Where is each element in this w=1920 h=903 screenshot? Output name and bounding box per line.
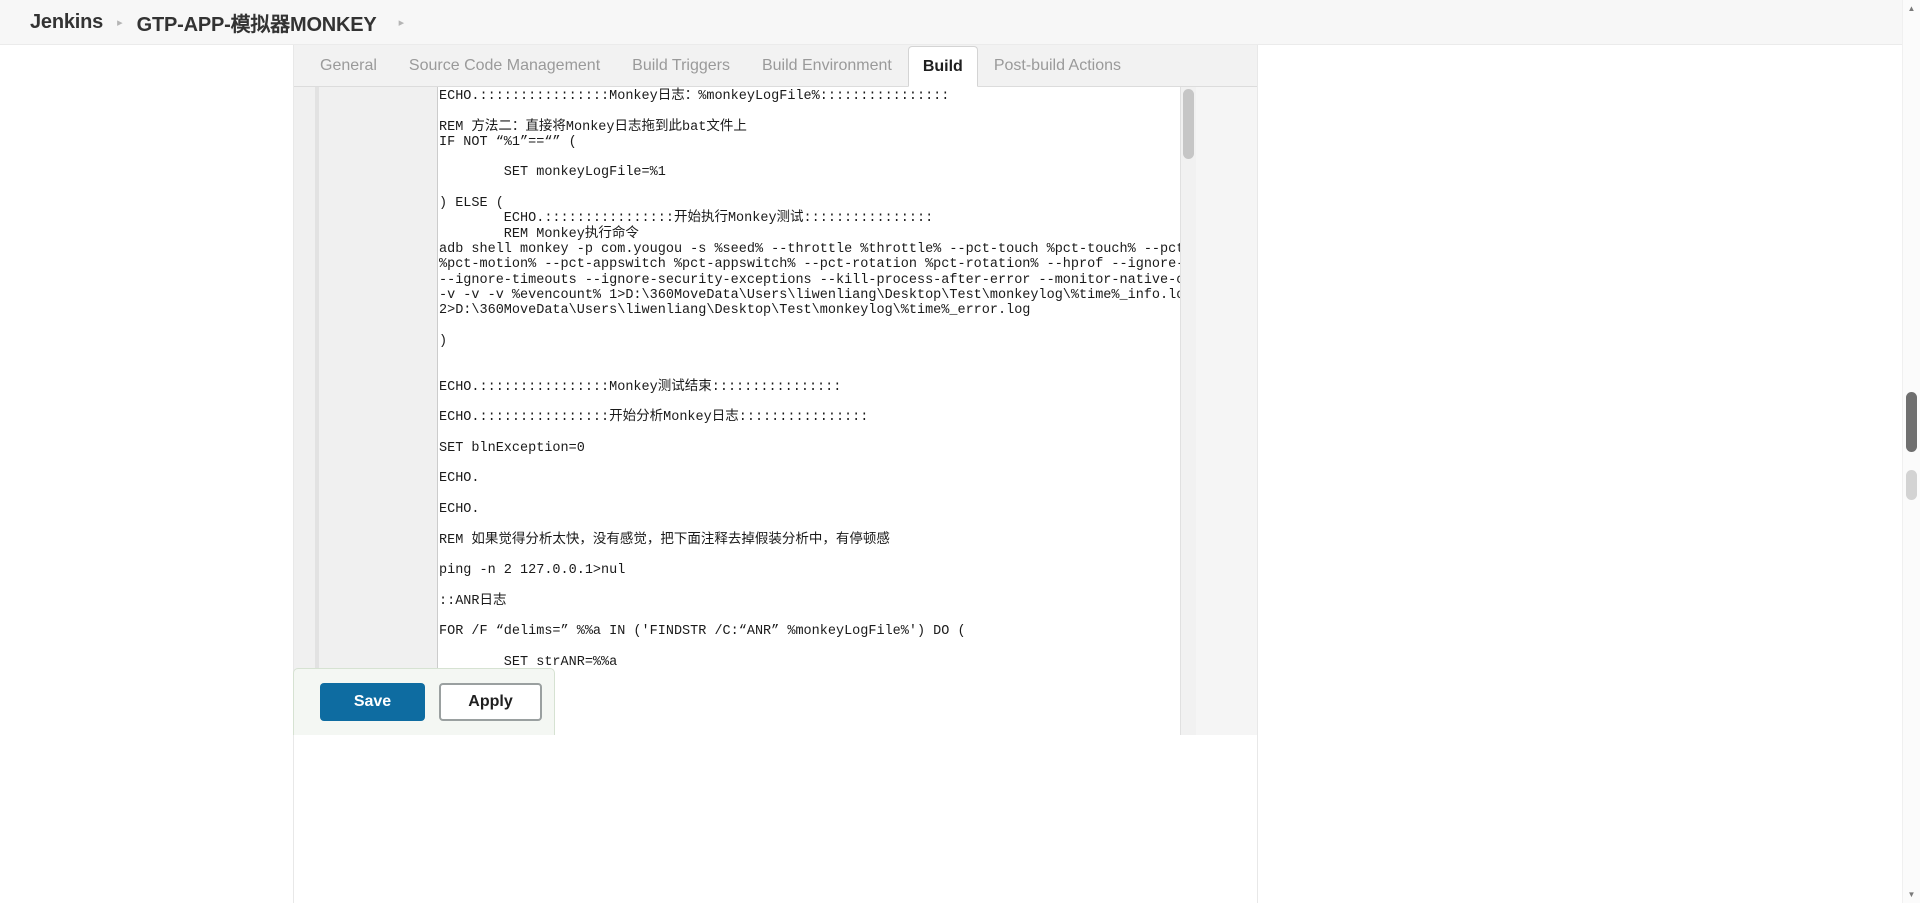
tab-post-build-actions[interactable]: Post-build Actions <box>978 46 1137 86</box>
save-button[interactable]: Save <box>320 683 425 721</box>
jenkins-job-configure-page: Jenkins ▸ GTP-APP-模拟器MONKEY ▸ General So… <box>0 0 1920 903</box>
breadcrumb-separator-trailing-icon: ▸ <box>399 16 405 29</box>
tab-build-triggers[interactable]: Build Triggers <box>616 46 746 86</box>
apply-button[interactable]: Apply <box>439 683 542 721</box>
configure-tab-bar: General Source Code Management Build Tri… <box>294 45 1257 87</box>
build-step-script-textarea[interactable]: ECHO.::::::::::::::::Monkey日志：%monkeyLog… <box>437 87 1189 735</box>
tab-source-code-management[interactable]: Source Code Management <box>393 46 616 86</box>
tab-build-environment[interactable]: Build Environment <box>746 46 908 86</box>
scroll-up-arrow-icon[interactable]: ▲ <box>1903 0 1920 17</box>
form-label-column <box>319 87 438 735</box>
tab-build[interactable]: Build <box>908 46 978 87</box>
window-scrollbar-thumb[interactable] <box>1906 392 1917 452</box>
form-right-filler <box>1196 87 1257 735</box>
breadcrumb-separator-icon: ▸ <box>117 16 123 29</box>
build-step-script-value[interactable]: ECHO.::::::::::::::::Monkey日志：%monkeyLog… <box>438 87 1189 670</box>
breadcrumb: Jenkins ▸ GTP-APP-模拟器MONKEY ▸ <box>0 0 1920 45</box>
scroll-down-arrow-icon[interactable]: ▼ <box>1903 886 1920 903</box>
breadcrumb-item-job[interactable]: GTP-APP-模拟器MONKEY <box>137 8 377 37</box>
sticky-save-bar: Save Apply <box>293 668 555 735</box>
tab-general[interactable]: General <box>304 46 393 86</box>
breadcrumb-item-jenkins[interactable]: Jenkins <box>30 11 103 34</box>
form-left-gutter <box>294 87 315 735</box>
script-textarea-scrollbar[interactable] <box>1180 87 1197 735</box>
window-scrollbar-thumb-secondary[interactable] <box>1906 470 1917 500</box>
window-scrollbar[interactable]: ▲ ▼ <box>1902 0 1920 903</box>
script-textarea-scrollbar-thumb[interactable] <box>1183 89 1194 159</box>
